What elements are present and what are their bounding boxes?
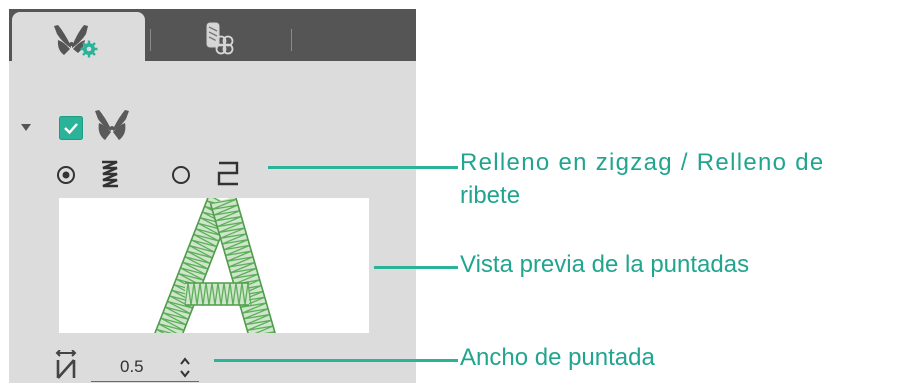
- zigzag-fill-radio[interactable]: [56, 165, 76, 185]
- tab-appliqué-settings[interactable]: [12, 12, 145, 64]
- callout-line-fill-type: [268, 166, 458, 169]
- collapse-triangle-icon[interactable]: [21, 124, 31, 132]
- callout-width: Ancho de puntada: [460, 344, 655, 371]
- spinner-icon[interactable]: [179, 356, 191, 380]
- butterfly-gear-icon: [54, 25, 98, 58]
- zigzag-fill-icon: [102, 160, 118, 188]
- tab-separator: [291, 29, 292, 51]
- stitch-settings-panel: 0.5: [9, 9, 416, 383]
- tab-separator: [150, 29, 151, 51]
- enable-checkbox[interactable]: [59, 116, 83, 140]
- callout-fill-type-line1: Relleno en zigzag / Relleno de: [460, 149, 825, 176]
- stitch-width-icon: [55, 350, 77, 379]
- callout-line-preview: [374, 266, 458, 269]
- letter-a-preview: [154, 198, 276, 333]
- tab-thread-colors[interactable]: [157, 12, 287, 61]
- stitch-width-field[interactable]: 0.5: [91, 353, 199, 382]
- callout-fill-type-line2: ribete: [460, 182, 521, 209]
- thread-spools-icon: [206, 22, 234, 55]
- stitch-preview: [59, 198, 369, 333]
- stitch-width-value[interactable]: 0.5: [120, 357, 144, 377]
- callout-preview: Vista previa de la puntadas: [460, 251, 750, 278]
- bean-fill-icon: [217, 161, 239, 186]
- butterfly-icon: [95, 110, 129, 140]
- bean-fill-radio[interactable]: [171, 165, 191, 185]
- callout-line-width: [214, 359, 458, 362]
- tab-bar: [9, 9, 416, 64]
